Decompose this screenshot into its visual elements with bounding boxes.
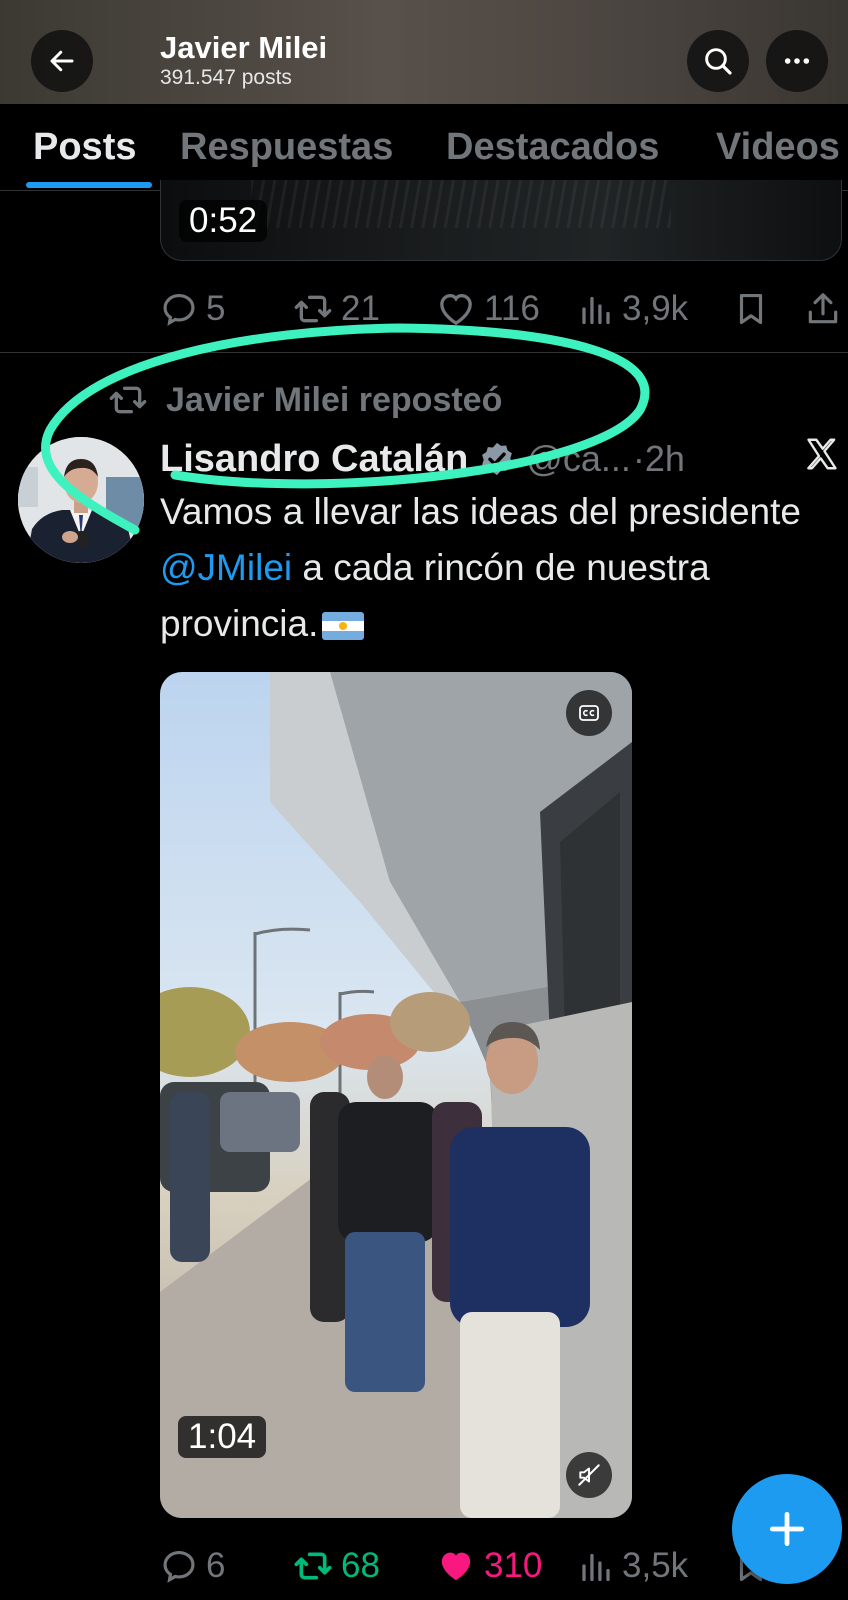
cc-icon [579, 705, 599, 721]
like-icon [441, 1552, 471, 1581]
mute-icon [578, 1464, 600, 1486]
video-duration: 1:04 [178, 1416, 267, 1458]
reply-count: 6 [206, 1546, 226, 1585]
plus-icon [769, 1511, 805, 1547]
like-count: 310 [484, 1546, 543, 1585]
views-count: 3,5k [622, 1546, 689, 1585]
compose-button[interactable] [732, 1474, 842, 1584]
views-button[interactable]: 3,5k [578, 1544, 688, 1588]
repost-icon [294, 1552, 332, 1580]
video-frame [160, 672, 632, 1518]
annotation-circle [41, 323, 650, 535]
repost-button[interactable]: 68 [293, 1544, 380, 1588]
views-icon [582, 1553, 610, 1582]
mute-button[interactable] [566, 1452, 612, 1498]
like-button[interactable]: 310 [436, 1544, 542, 1588]
post-video[interactable]: 1:04 [160, 672, 632, 1518]
argentina-flag-emoji [322, 612, 365, 640]
captions-button[interactable] [566, 690, 612, 736]
reply-button[interactable]: 6 [160, 1544, 225, 1588]
repost-count: 68 [341, 1546, 380, 1585]
reply-icon [163, 1550, 195, 1583]
